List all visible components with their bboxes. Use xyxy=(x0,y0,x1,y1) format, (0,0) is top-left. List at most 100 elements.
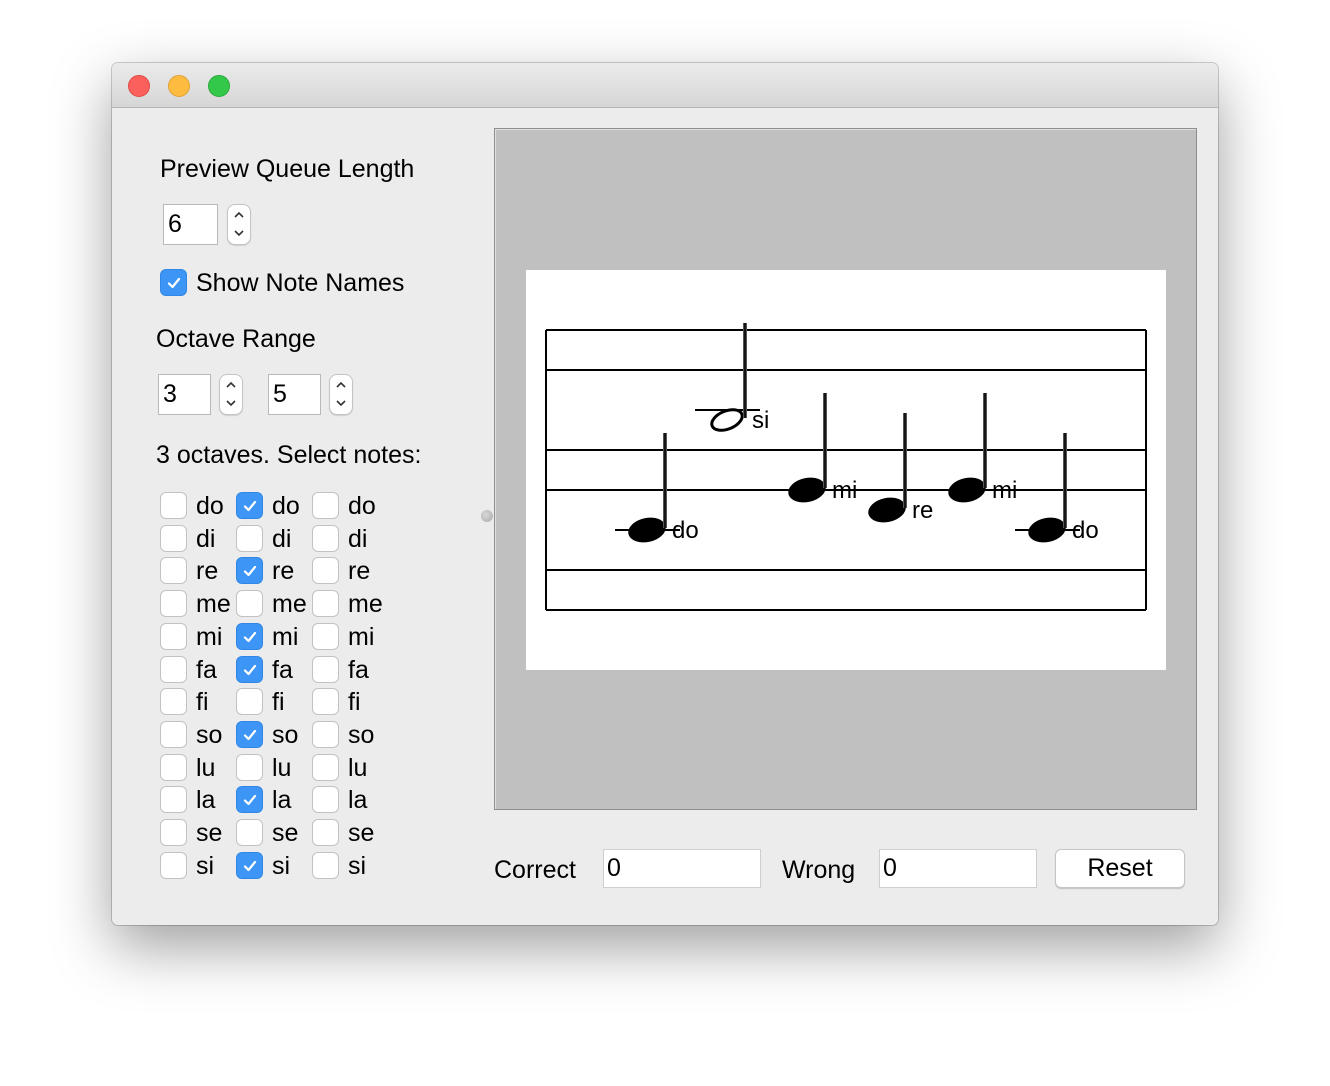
note-checkbox-me-octave-3[interactable] xyxy=(312,590,339,617)
note-checkbox-do-octave-3[interactable] xyxy=(312,492,339,519)
note-checkbox-so-octave-1[interactable] xyxy=(160,721,187,748)
note-checkbox-label: me xyxy=(196,590,231,618)
note-name-label: do xyxy=(1072,517,1099,544)
note-checkbox-si-octave-1[interactable] xyxy=(160,852,187,879)
note-checkbox-fi-octave-1[interactable] xyxy=(160,688,187,715)
show-note-names-checkbox[interactable] xyxy=(160,269,187,296)
note-checkbox-label: se xyxy=(196,819,223,847)
note-checkbox-di-octave-3[interactable] xyxy=(312,525,339,552)
checkmark-icon xyxy=(243,729,257,741)
note-checkbox-label: do xyxy=(272,492,300,520)
note-checkbox-label: lu xyxy=(272,754,292,782)
checkmark-icon xyxy=(243,631,257,643)
title-bar[interactable] xyxy=(112,63,1218,108)
note-checkbox-fa-octave-3[interactable] xyxy=(312,656,339,683)
note-checkbox-do-octave-1[interactable] xyxy=(160,492,187,519)
note-checkbox-so-octave-2[interactable] xyxy=(236,721,263,748)
note-checkbox-lu-octave-2[interactable] xyxy=(236,754,263,781)
note-checkbox-label: di xyxy=(348,525,368,553)
note-checkbox-mi-octave-3[interactable] xyxy=(312,623,339,650)
minimize-window-button[interactable] xyxy=(168,75,190,97)
note-name-label: do xyxy=(672,517,699,544)
note-checkbox-re-octave-3[interactable] xyxy=(312,557,339,584)
note-checkbox-la-octave-1[interactable] xyxy=(160,786,187,813)
reset-button[interactable]: Reset xyxy=(1055,849,1185,888)
note-checkbox-label: la xyxy=(348,786,368,814)
note-checkbox-so-octave-3[interactable] xyxy=(312,721,339,748)
note-checkbox-label: so xyxy=(272,721,299,749)
note-checkbox-me-octave-1[interactable] xyxy=(160,590,187,617)
wrong-label: Wrong xyxy=(782,856,856,884)
note-checkbox-fi-octave-2[interactable] xyxy=(236,688,263,715)
octave-range-label: Octave Range xyxy=(156,325,316,353)
note-checkbox-label: me xyxy=(348,590,383,618)
octaves-summary-label: 3 octaves. Select notes: xyxy=(156,441,422,469)
note-checkbox-label: la xyxy=(196,786,216,814)
preview-queue-input[interactable]: 6 xyxy=(163,204,218,245)
note-checkbox-label: so xyxy=(196,721,223,749)
note-checkbox-fa-octave-2[interactable] xyxy=(236,656,263,683)
note-checkbox-si-octave-3[interactable] xyxy=(312,852,339,879)
checkmark-icon xyxy=(243,860,257,872)
checkmark-icon xyxy=(243,500,257,512)
note-checkbox-label: me xyxy=(272,590,307,618)
note-checkbox-lu-octave-1[interactable] xyxy=(160,754,187,781)
note-name-label: si xyxy=(752,407,769,434)
stepper-up-icon[interactable] xyxy=(330,375,352,394)
octave-low-stepper[interactable] xyxy=(219,374,243,415)
octave-high-stepper[interactable] xyxy=(329,374,353,415)
show-note-names-label: Show Note Names xyxy=(196,269,405,297)
note-checkbox-me-octave-2[interactable] xyxy=(236,590,263,617)
correct-count-field[interactable]: 0 xyxy=(603,849,761,888)
note-checkbox-label: di xyxy=(196,525,216,553)
stepper-down-icon[interactable] xyxy=(220,394,242,413)
close-window-button[interactable] xyxy=(128,75,150,97)
note-checkbox-di-octave-2[interactable] xyxy=(236,525,263,552)
note-checkbox-si-octave-2[interactable] xyxy=(236,852,263,879)
stepper-up-icon[interactable] xyxy=(220,375,242,394)
splitter-handle[interactable] xyxy=(481,510,493,522)
note-checkbox-mi-octave-2[interactable] xyxy=(236,623,263,650)
note-checkbox-re-octave-2[interactable] xyxy=(236,557,263,584)
note-checkbox-re-octave-1[interactable] xyxy=(160,557,187,584)
octave-low-input[interactable]: 3 xyxy=(158,374,211,415)
octave-high-input[interactable]: 5 xyxy=(268,374,321,415)
note-checkbox-label: fi xyxy=(196,688,209,716)
staff-canvas: do si mi re mi do xyxy=(526,270,1166,670)
zoom-window-button[interactable] xyxy=(208,75,230,97)
note-checkbox-label: re xyxy=(348,557,371,585)
note-checkbox-se-octave-1[interactable] xyxy=(160,819,187,846)
checkmark-icon xyxy=(243,565,257,577)
note-checkbox-fi-octave-3[interactable] xyxy=(312,688,339,715)
note-checkbox-label: fa xyxy=(348,656,369,684)
note-checkbox-fa-octave-1[interactable] xyxy=(160,656,187,683)
note-checkbox-se-octave-2[interactable] xyxy=(236,819,263,846)
note-checkbox-label: fa xyxy=(196,656,217,684)
note-checkbox-label: mi xyxy=(348,623,375,651)
note-checkbox-label: si xyxy=(348,852,367,880)
note-checkbox-label: re xyxy=(272,557,295,585)
checkmark-icon xyxy=(167,277,181,289)
note-checkbox-label: mi xyxy=(272,623,299,651)
note-checkbox-la-octave-3[interactable] xyxy=(312,786,339,813)
checkmark-icon xyxy=(243,664,257,676)
checkmark-icon xyxy=(243,794,257,806)
wrong-count-field[interactable]: 0 xyxy=(879,849,1037,888)
note-name-label: mi xyxy=(832,477,857,504)
note-checkbox-se-octave-3[interactable] xyxy=(312,819,339,846)
note-checkbox-mi-octave-1[interactable] xyxy=(160,623,187,650)
note-checkbox-label: mi xyxy=(196,623,223,651)
note-checkbox-label: fi xyxy=(348,688,361,716)
note-checkbox-la-octave-2[interactable] xyxy=(236,786,263,813)
note-checkbox-label: si xyxy=(272,852,291,880)
correct-label: Correct xyxy=(494,856,576,884)
note-checkbox-do-octave-2[interactable] xyxy=(236,492,263,519)
note-checkbox-lu-octave-3[interactable] xyxy=(312,754,339,781)
note-checkbox-di-octave-1[interactable] xyxy=(160,525,187,552)
stepper-up-icon[interactable] xyxy=(228,205,250,224)
stepper-down-icon[interactable] xyxy=(330,394,352,413)
stepper-down-icon[interactable] xyxy=(228,224,250,243)
preview-queue-stepper[interactable] xyxy=(227,204,251,245)
note-checkbox-label: so xyxy=(348,721,375,749)
note-checkbox-label: fa xyxy=(272,656,293,684)
